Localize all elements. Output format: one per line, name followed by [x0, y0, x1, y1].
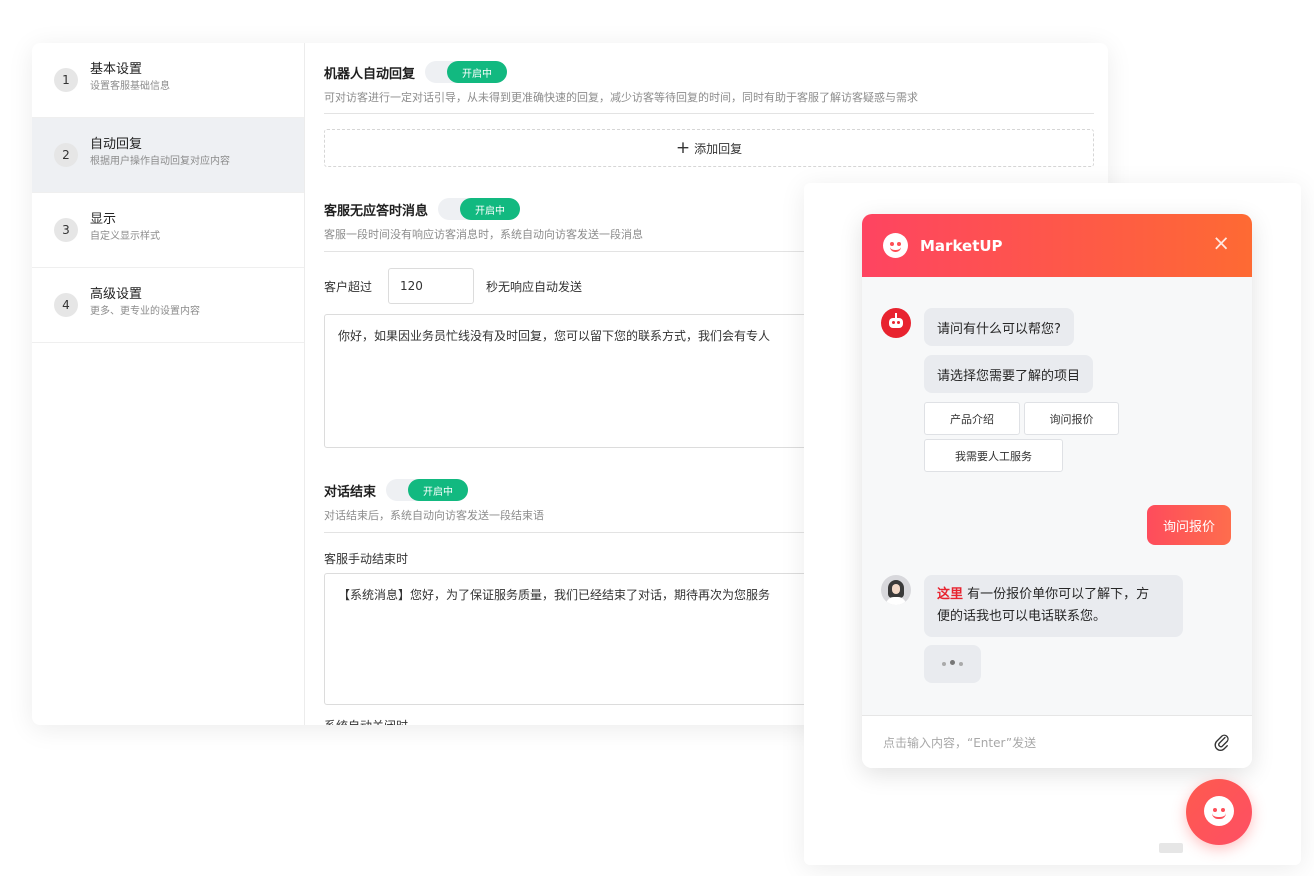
step-desc: 自定义显示样式	[90, 231, 160, 242]
toggle-track: 开启中	[438, 198, 521, 220]
toggle-track: 开启中	[386, 479, 469, 501]
step-number: 2	[54, 143, 78, 167]
agent-avatar	[881, 575, 911, 605]
divider	[324, 113, 1094, 114]
step-number: 4	[54, 293, 78, 317]
section-desc: 客服一段时间没有响应访客消息时，系统自动向访客发送一段消息	[324, 228, 643, 241]
paperclip-icon[interactable]	[1213, 733, 1231, 751]
no-response-header: 客服无应答时消息 开启中	[324, 198, 521, 220]
brand-name: MarketUP	[920, 236, 1003, 255]
quick-reply-button[interactable]: 产品介绍	[924, 402, 1020, 435]
section-desc: 对话结束后，系统自动向访客发送一段结束语	[324, 509, 544, 522]
end-chat-header: 对话结束 开启中	[324, 479, 469, 501]
section-title: 机器人自动回复	[324, 66, 416, 82]
chat-launcher-icon[interactable]	[1186, 779, 1252, 845]
plus-icon: +	[675, 137, 691, 158]
brand-logo-icon	[883, 233, 908, 258]
agent-message: 这里 有一份报价单你可以了解下，方 便的话我也可以电话联系您。	[924, 575, 1183, 637]
chat-header: MarketUP ×	[862, 214, 1252, 277]
sidebar-item-display[interactable]: 3 显示 自定义显示样式	[32, 193, 304, 268]
chat-body: 请问有什么可以帮您? 请选择您需要了解的项目 产品介绍 询问报价 我需要人工服务…	[862, 277, 1252, 715]
quick-reply-button[interactable]: 我需要人工服务	[924, 439, 1063, 472]
section-desc: 可对访客进行一定对话引导，从未得到更准确快速的回复，减少访客等待回复的时间，同时…	[324, 91, 918, 104]
step-title: 自动回复	[90, 137, 143, 152]
chat-window: MarketUP × 请问有什么可以帮您? 请选择您需要了解的项目 产品介绍 询…	[862, 214, 1252, 768]
toggle-on-label: 开启中	[408, 479, 469, 501]
section-title: 客服无应答时消息	[324, 203, 429, 219]
bot-message: 请问有什么可以帮您?	[924, 308, 1074, 346]
step-title: 高级设置	[90, 287, 143, 302]
step-title: 显示	[90, 212, 117, 227]
robot-reply-toggle[interactable]: 开启中	[425, 61, 508, 83]
add-reply-button[interactable]: + 添加回复	[324, 129, 1094, 167]
step-desc: 更多、更专业的设置内容	[90, 306, 200, 317]
sidebar-item-advanced[interactable]: 4 高级设置 更多、更专业的设置内容	[32, 268, 304, 343]
timeout-prefix-label: 客户超过	[324, 280, 373, 294]
agent-message-link[interactable]: 这里	[937, 587, 963, 602]
bot-message: 请选择您需要了解的项目	[924, 355, 1094, 393]
timeout-suffix-label: 秒无响应自动发送	[486, 280, 583, 294]
add-reply-label: 添加回复	[694, 141, 743, 156]
toggle-on-label: 开启中	[447, 61, 508, 83]
step-title: 基本设置	[90, 62, 143, 77]
auto-close-label: 系统自动关闭时	[324, 717, 408, 725]
sidebar-item-auto-reply[interactable]: 2 自动回复 根据用户操作自动回复对应内容	[32, 118, 304, 193]
robot-reply-header: 机器人自动回复 开启中	[324, 61, 508, 83]
quick-reply-button[interactable]: 询问报价	[1024, 402, 1119, 435]
watermark-logo	[1159, 843, 1183, 853]
no-response-toggle[interactable]: 开启中	[438, 198, 521, 220]
step-desc: 设置客服基础信息	[90, 81, 170, 92]
timeout-seconds-input[interactable]: 120	[388, 268, 474, 304]
settings-sidebar: 1 基本设置 设置客服基础信息 2 自动回复 根据用户操作自动回复对应内容 3 …	[32, 43, 305, 725]
bot-avatar-icon	[881, 308, 911, 338]
chat-input[interactable]: 点击输入内容，“Enter”发送	[862, 715, 1252, 768]
typing-indicator	[924, 645, 981, 683]
manual-end-label: 客服手动结束时	[324, 552, 409, 566]
agent-message-text: 有一份报价单你可以了解下，方	[963, 587, 1150, 602]
section-title: 对话结束	[324, 484, 377, 500]
chat-input-placeholder: 点击输入内容，“Enter”发送	[883, 735, 1037, 750]
close-icon[interactable]: ×	[1212, 233, 1230, 254]
toggle-track: 开启中	[425, 61, 508, 83]
step-number: 3	[54, 218, 78, 242]
agent-message-text: 便的话我也可以电话联系您。	[937, 609, 1107, 624]
step-desc: 根据用户操作自动回复对应内容	[90, 156, 230, 167]
user-message: 询问报价	[1147, 505, 1231, 545]
step-number: 1	[54, 68, 78, 92]
sidebar-item-basic[interactable]: 1 基本设置 设置客服基础信息	[32, 43, 304, 118]
toggle-on-label: 开启中	[460, 198, 521, 220]
end-chat-toggle[interactable]: 开启中	[386, 479, 469, 501]
